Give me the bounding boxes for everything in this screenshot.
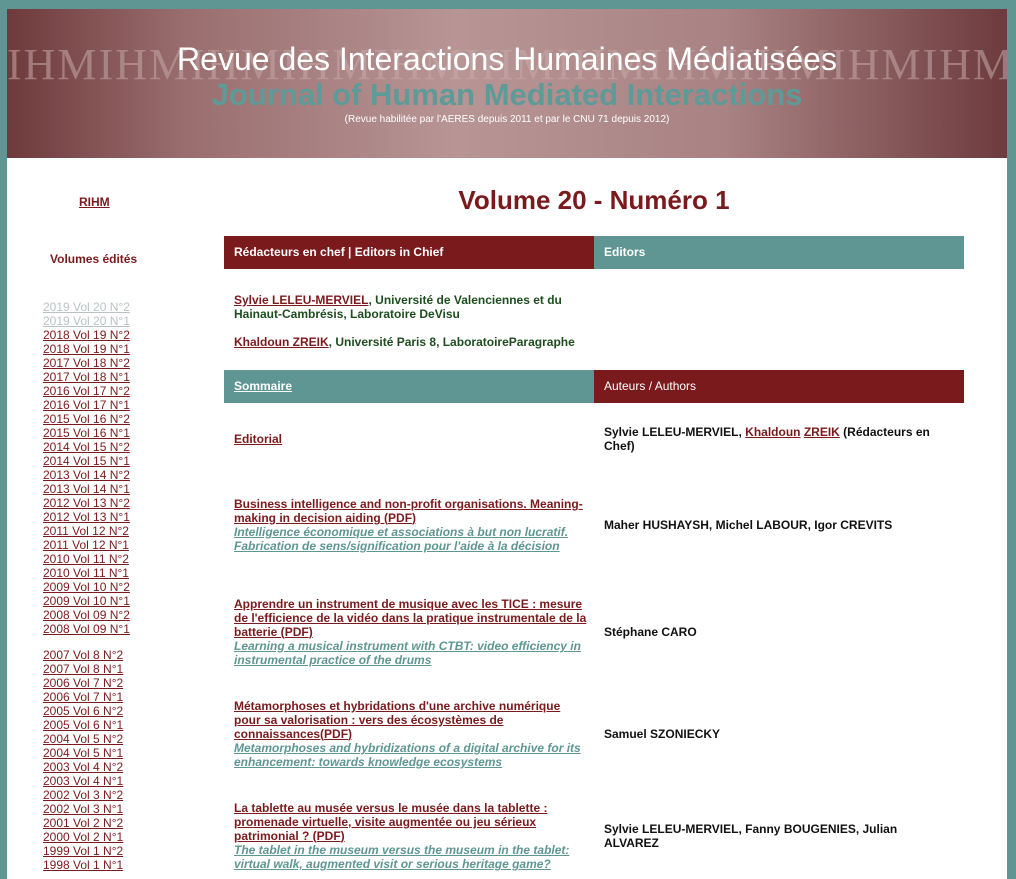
article-authors: Sylvie LELEU-MERVIEL, Fanny BOUGENIES, J… — [604, 822, 898, 850]
volume-link[interactable]: 2009 Vol 10 N°2 — [43, 580, 130, 594]
site-title: Revue des Interactions Humaines Médiatis… — [177, 41, 837, 77]
volumes-heading: Volumes édités — [50, 252, 138, 266]
authors-header: Auteurs / Authors — [594, 370, 964, 403]
pdf-link[interactable]: PDF — [285, 625, 309, 639]
article-item: La tablette au musée versus le musée dan… — [234, 801, 589, 871]
volume-link[interactable]: 2011 Vol 12 N°1 — [43, 538, 130, 552]
pdf-link[interactable]: PDF — [388, 511, 412, 525]
editor-affiliation: , Université Paris 8, LaboratoireParagra… — [328, 335, 575, 349]
editors-in-chief-header: Rédacteurs en chef | Editors in Chief — [224, 236, 594, 269]
pdf-paren: ) — [412, 511, 417, 525]
volume-link[interactable]: 2013 Vol 14 N°2 — [43, 468, 130, 482]
volume-link[interactable]: 2007 Vol 8 N°2 — [43, 648, 130, 662]
volume-link[interactable]: 2011 Vol 12 N°2 — [43, 524, 130, 538]
volume-link[interactable]: 2019 Vol 20 N°1 — [43, 314, 130, 328]
volume-link[interactable]: 2006 Vol 7 N°1 — [43, 690, 130, 704]
article-authors: Stéphane CARO — [604, 625, 697, 639]
article-editorial: Editorial — [234, 432, 584, 446]
volume-link[interactable]: 2017 Vol 18 N°2 — [43, 356, 130, 370]
article-item: Métamorphoses et hybridations d'une arch… — [234, 699, 589, 769]
volume-link[interactable]: 2018 Vol 19 N°2 — [43, 328, 130, 342]
volume-link[interactable]: 2013 Vol 14 N°1 — [43, 482, 130, 496]
site-banner: IHMIHMIHMIHMIHMIHMIHMIHMIHMIHMIHMIHMIHMI… — [7, 9, 1007, 158]
author-link[interactable]: Khaldoun — [745, 425, 800, 439]
volume-list: 2019 Vol 20 N°2 2019 Vol 20 N°1 2018 Vol 1… — [43, 300, 130, 872]
issue-title: Volume 20 - Numéro 1 — [458, 185, 730, 215]
editor-link[interactable]: Sylvie LELEU-MERVIEL — [234, 293, 368, 307]
pdf-link[interactable]: PDF — [317, 829, 341, 843]
volume-link[interactable]: 2014 Vol 15 N°1 — [43, 454, 130, 468]
volume-link[interactable]: 2017 Vol 18 N°1 — [43, 370, 130, 384]
site-subtitle: Journal of Human Mediated Interactions — [211, 77, 803, 112]
volume-link[interactable]: 2010 Vol 11 N°1 — [43, 566, 130, 580]
volume-link[interactable]: 2002 Vol 3 N°2 — [43, 788, 130, 802]
article-item: Apprendre un instrument de musique avec … — [234, 597, 589, 667]
volume-link[interactable]: 1999 Vol 1 N°2 — [43, 844, 130, 858]
editor-in-chief-2: Khaldoun ZREIK, Université Paris 8, Labo… — [234, 335, 584, 349]
volume-link[interactable]: 2016 Vol 17 N°2 — [43, 384, 130, 398]
article-english-title[interactable]: Metamorphoses and hybridizations of a di… — [234, 741, 589, 769]
volume-link[interactable]: 2000 Vol 2 N°1 — [43, 830, 130, 844]
volume-link[interactable]: 2005 Vol 6 N°1 — [43, 718, 130, 732]
volume-link[interactable]: 2015 Vol 16 N°1 — [43, 426, 130, 440]
article-english-title[interactable]: Intelligence économique et associations … — [234, 525, 589, 553]
pdf-paren: ) — [348, 727, 353, 741]
volume-link[interactable]: 2006 Vol 7 N°2 — [43, 676, 130, 690]
volume-link[interactable]: 2004 Vol 5 N°2 — [43, 732, 130, 746]
volume-link[interactable]: 2008 Vol 09 N°1 — [43, 622, 130, 636]
volume-link[interactable]: 2007 Vol 8 N°1 — [43, 662, 130, 676]
article-authors: Samuel SZONIECKY — [604, 727, 721, 741]
article-title-link[interactable]: Editorial — [234, 432, 282, 446]
volume-link[interactable]: 2016 Vol 17 N°1 — [43, 398, 130, 412]
pdf-paren: ) — [340, 829, 345, 843]
summary-header-label: Sommaire — [234, 379, 293, 393]
pdf-link[interactable]: PDF — [324, 727, 348, 741]
volume-link[interactable]: 2018 Vol 19 N°1 — [43, 342, 130, 356]
volume-link[interactable]: 2012 Vol 13 N°1 — [43, 510, 130, 524]
article-title-link[interactable]: La tablette au musée versus le musée dan… — [234, 801, 547, 843]
article-item: Business intelligence and non-profit org… — [234, 497, 589, 553]
article-english-title[interactable]: The tablet in the museum versus the muse… — [234, 843, 589, 871]
volume-link[interactable]: 2002 Vol 3 N°1 — [43, 802, 130, 816]
page-container: IHMIHMIHMIHMIHMIHMIHMIHMIHMIHMIHMIHMIHMI… — [7, 9, 1007, 879]
editor-link[interactable]: Khaldoun ZREIK — [234, 335, 329, 349]
article-english-title[interactable]: Learning a musical instrument with CTBT:… — [234, 639, 589, 667]
volume-link[interactable]: 2015 Vol 16 N°2 — [43, 412, 130, 426]
volume-link[interactable]: 2001 Vol 2 N°2 — [43, 816, 130, 830]
editor-in-chief-1: Sylvie LELEU-MERVIEL, Université de Vale… — [234, 293, 574, 321]
home-link[interactable]: RIHM — [79, 195, 110, 209]
article-title-link[interactable]: Métamorphoses et hybridations d'une arch… — [234, 699, 560, 741]
volume-link[interactable]: 2012 Vol 13 N°2 — [43, 496, 130, 510]
volume-link[interactable]: 2019 Vol 20 N°2 — [43, 300, 130, 314]
volume-link[interactable]: 2010 Vol 11 N°2 — [43, 552, 130, 566]
volume-link[interactable]: 2004 Vol 5 N°1 — [43, 746, 130, 760]
editors-header: Editors — [594, 236, 964, 269]
volume-link[interactable]: 2014 Vol 15 N°2 — [43, 440, 130, 454]
volume-link[interactable]: 2008 Vol 09 N°2 — [43, 608, 130, 622]
pdf-paren: ) — [308, 625, 313, 639]
author-link[interactable]: ZREIK — [804, 425, 840, 439]
article-authors: Maher HUSHAYSH, Michel LABOUR, Igor CREV… — [604, 518, 893, 532]
volume-link[interactable]: 2003 Vol 4 N°1 — [43, 774, 130, 788]
volume-link[interactable]: 2005 Vol 6 N°2 — [43, 704, 130, 718]
article-authors: Sylvie LELEU-MERVIEL, Khaldoun ZREIK (Ré… — [604, 425, 944, 453]
volume-link[interactable]: 2003 Vol 4 N°2 — [43, 760, 130, 774]
volume-link[interactable]: 2009 Vol 10 N°1 — [43, 594, 130, 608]
summary-header: Sommaire — [224, 370, 594, 403]
author-text: Sylvie LELEU-MERVIEL, — [604, 425, 746, 439]
volume-link[interactable]: 1998 Vol 1 N°1 — [43, 858, 130, 872]
accreditation-note: (Revue habilitée par l'AERES depuis 2011… — [344, 114, 670, 125]
